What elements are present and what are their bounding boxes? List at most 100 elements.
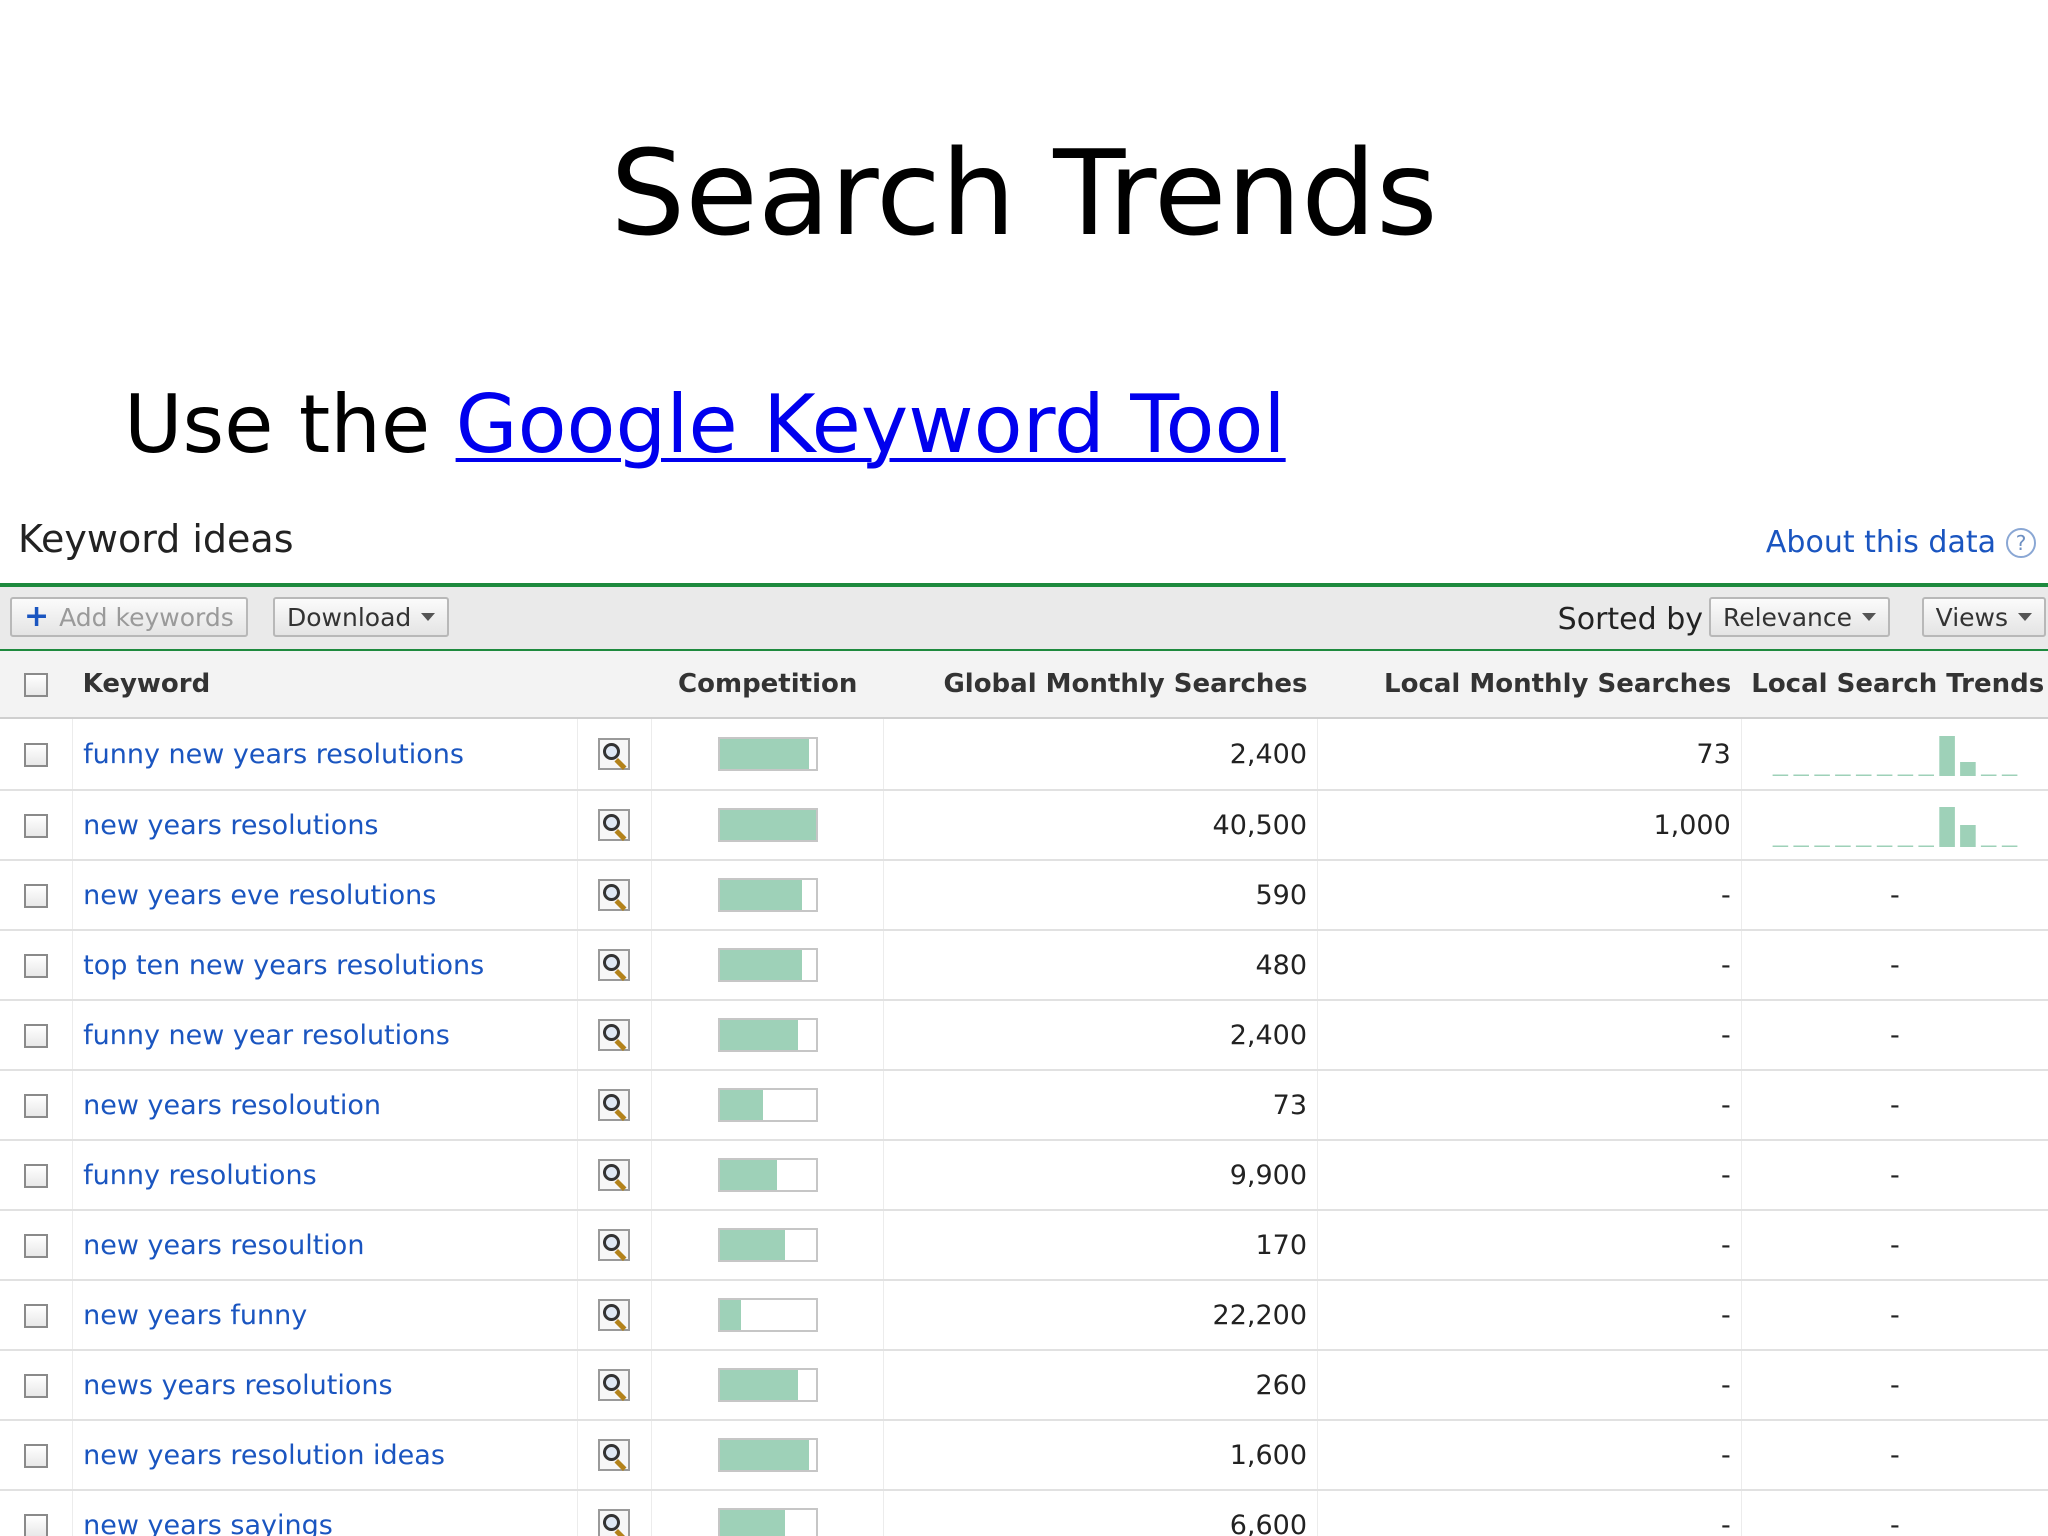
toolbar: + Add keywords Download Sorted by Releva… xyxy=(0,587,2048,651)
trend-bar xyxy=(1980,774,1997,776)
chevron-down-icon xyxy=(1862,613,1876,621)
magnifier-icon[interactable] xyxy=(598,1159,631,1192)
trend-placeholder: - xyxy=(1890,949,1900,981)
add-keywords-button[interactable]: + Add keywords xyxy=(10,597,248,637)
search-cell xyxy=(576,790,652,861)
magnifier-icon[interactable] xyxy=(598,949,631,982)
trend-bar xyxy=(1793,845,1809,847)
global-searches-header[interactable]: Global Monthly Searches xyxy=(883,651,1318,719)
keyword-link[interactable]: funny new year resolutions xyxy=(83,1020,450,1051)
local-searches-cell: - xyxy=(1317,1140,1742,1211)
keyword-ideas-panel: Keyword ideas About this data ? + Add ke… xyxy=(0,505,2048,1536)
row-checkbox[interactable] xyxy=(24,1444,49,1468)
global-searches-cell: 1,600 xyxy=(883,1420,1318,1491)
search-cell xyxy=(576,1210,652,1281)
magnifier-icon[interactable] xyxy=(598,1299,631,1332)
row-select-cell xyxy=(0,1070,73,1141)
row-checkbox[interactable] xyxy=(24,814,49,838)
row-checkbox[interactable] xyxy=(24,1304,49,1328)
table-row: funny new years resolutions 2,400 73 xyxy=(0,718,2048,791)
help-icon[interactable]: ? xyxy=(2006,527,2036,558)
competition-cell xyxy=(651,930,884,1001)
row-checkbox[interactable] xyxy=(24,954,49,978)
row-select-cell xyxy=(0,1350,73,1421)
competition-bar xyxy=(717,808,818,842)
search-cell xyxy=(576,860,652,931)
keyword-link[interactable]: new years sayings xyxy=(83,1510,333,1536)
trend-bar xyxy=(1876,774,1893,776)
local-searches-cell: 1,000 xyxy=(1317,790,1742,861)
competition-cell xyxy=(651,1210,884,1281)
row-checkbox[interactable] xyxy=(24,1514,49,1536)
trend-bar xyxy=(1876,845,1893,847)
local-searches-header[interactable]: Local Monthly Searches xyxy=(1317,651,1742,719)
row-checkbox[interactable] xyxy=(24,1374,49,1398)
table-row: new years resolution ideas 1,600- - xyxy=(0,1420,2048,1491)
subtitle-prefix: Use the xyxy=(124,378,456,471)
magnifier-icon[interactable] xyxy=(598,879,631,912)
trend-bar xyxy=(1834,774,1851,776)
magnifier-icon[interactable] xyxy=(598,1089,631,1122)
google-keyword-tool-link[interactable]: Google Keyword Tool xyxy=(456,378,1286,471)
keyword-link[interactable]: new years resoultion xyxy=(83,1230,364,1261)
views-dropdown[interactable]: Views xyxy=(1921,597,2046,637)
trend-bar xyxy=(1834,845,1851,847)
table-row: funny resolutions 9,900- - xyxy=(0,1140,2048,1211)
table-row: funny new year resolutions 2,400- - xyxy=(0,1000,2048,1071)
keyword-link[interactable]: new years funny xyxy=(83,1300,307,1331)
competition-header[interactable]: Competition xyxy=(651,651,884,719)
magnifier-icon[interactable] xyxy=(598,1229,631,1262)
search-cell xyxy=(576,1490,652,1536)
keyword-link[interactable]: funny resolutions xyxy=(83,1160,317,1191)
trend-cell xyxy=(1740,718,2048,791)
local-trends-header[interactable]: Local Search Trends xyxy=(1741,651,2048,719)
magnifier-icon[interactable] xyxy=(598,809,631,842)
keyword-link[interactable]: new years resolution ideas xyxy=(83,1440,445,1471)
trend-bar xyxy=(1939,807,1955,847)
magnifier-icon[interactable] xyxy=(598,1509,631,1536)
magnifier-icon[interactable] xyxy=(598,1019,631,1052)
trend-bar xyxy=(1772,774,1789,776)
chevron-down-icon xyxy=(421,613,436,621)
keyword-link[interactable]: new years eve resolutions xyxy=(83,880,436,911)
trend-cell: - xyxy=(1740,1350,2048,1421)
row-checkbox[interactable] xyxy=(24,743,49,767)
row-checkbox[interactable] xyxy=(24,1024,49,1048)
magnifier-icon[interactable] xyxy=(598,1439,631,1472)
magnifier-icon[interactable] xyxy=(598,1369,631,1402)
global-searches-cell: 73 xyxy=(883,1070,1318,1141)
competition-bar xyxy=(717,878,818,912)
keyword-link[interactable]: top ten new years resolutions xyxy=(83,950,484,981)
download-label: Download xyxy=(287,602,412,632)
trend-placeholder: - xyxy=(1890,1509,1900,1536)
row-select-cell xyxy=(0,1210,73,1281)
search-cell xyxy=(576,930,652,1001)
select-all-checkbox[interactable] xyxy=(24,672,49,697)
row-checkbox[interactable] xyxy=(24,1094,49,1118)
row-checkbox[interactable] xyxy=(24,1234,49,1258)
local-searches-cell: 73 xyxy=(1317,718,1742,791)
trend-placeholder: - xyxy=(1890,879,1900,911)
row-checkbox[interactable] xyxy=(24,884,49,908)
search-cell xyxy=(576,1000,652,1071)
trend-bar xyxy=(1918,774,1934,776)
relevance-dropdown[interactable]: Relevance xyxy=(1708,597,1890,637)
local-searches-cell: - xyxy=(1317,930,1742,1001)
keyword-link[interactable]: new years resoloution xyxy=(83,1090,381,1121)
row-checkbox[interactable] xyxy=(24,1164,49,1188)
keyword-link[interactable]: funny new years resolutions xyxy=(83,739,464,770)
competition-fill xyxy=(719,1160,778,1190)
keyword-header[interactable]: Keyword xyxy=(72,651,578,719)
competition-cell xyxy=(651,1420,884,1491)
keyword-link[interactable]: new years resolutions xyxy=(83,810,378,841)
download-button[interactable]: Download xyxy=(273,597,450,637)
keyword-cell: new years eve resolutions xyxy=(72,860,578,931)
about-this-data-link[interactable]: About this data ? xyxy=(1766,525,2036,560)
competition-cell xyxy=(651,1350,884,1421)
local-searches-cell: - xyxy=(1317,1420,1742,1491)
magnifier-icon[interactable] xyxy=(598,738,631,771)
keyword-cell: funny resolutions xyxy=(72,1140,578,1211)
keyword-link[interactable]: news years resolutions xyxy=(83,1370,392,1401)
global-searches-cell: 9,900 xyxy=(883,1140,1318,1211)
relevance-label: Relevance xyxy=(1722,602,1852,632)
